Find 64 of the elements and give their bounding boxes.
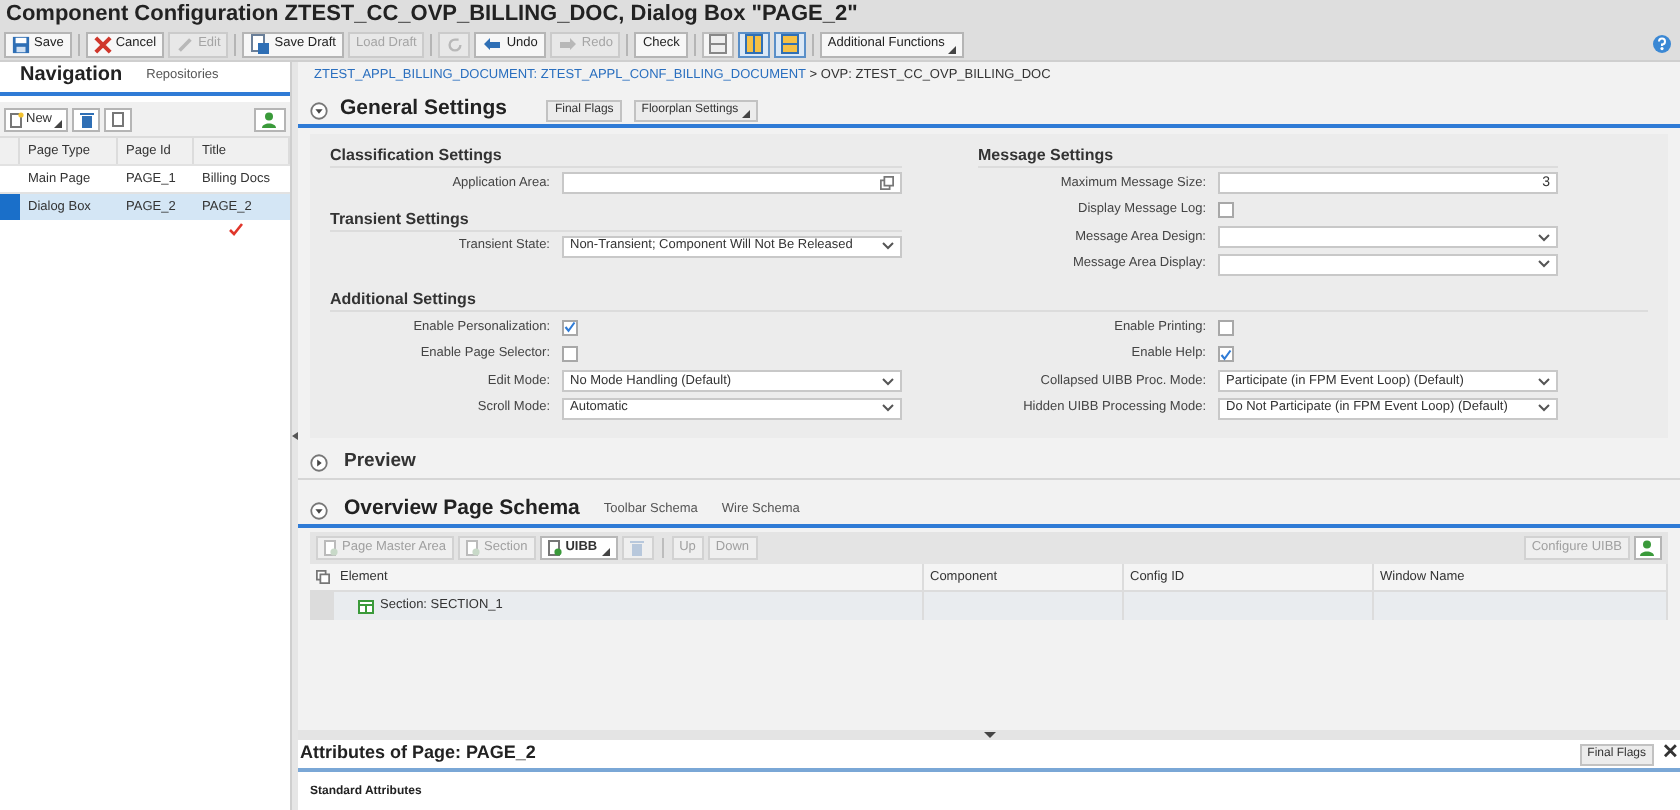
layout-button[interactable] bbox=[773, 31, 806, 57]
help-icon[interactable] bbox=[1652, 34, 1672, 54]
checkbox[interactable] bbox=[1218, 346, 1234, 363]
checkbox[interactable] bbox=[1218, 319, 1234, 336]
add-document-icon bbox=[547, 540, 562, 556]
chevron-down-icon bbox=[882, 242, 894, 251]
pencil-icon bbox=[176, 35, 195, 53]
dropdown-field[interactable] bbox=[1218, 253, 1558, 276]
chevron-down-icon bbox=[882, 377, 894, 386]
group-heading: Transient Settings bbox=[330, 197, 902, 231]
columns-layout-icon bbox=[743, 34, 764, 54]
collapse-toggle-icon[interactable] bbox=[310, 501, 328, 519]
copy-icon bbox=[111, 111, 126, 127]
menu-corner-icon bbox=[742, 109, 751, 117]
layout-button[interactable] bbox=[701, 31, 734, 57]
person-icon bbox=[262, 111, 278, 127]
redo-arrow-icon bbox=[557, 36, 578, 52]
add-document-icon bbox=[324, 540, 338, 556]
cross-icon bbox=[93, 35, 112, 53]
close-button[interactable]: ✕ bbox=[1662, 744, 1678, 764]
value-help-icon[interactable] bbox=[880, 176, 894, 191]
dropdown-field[interactable] bbox=[1218, 226, 1558, 249]
split-layout-icon bbox=[779, 34, 800, 54]
section-title: Overview Page Schema bbox=[344, 494, 580, 525]
refresh-icon bbox=[445, 35, 464, 53]
section-table-icon bbox=[358, 599, 374, 613]
collapse-toggle-icon[interactable] bbox=[310, 101, 328, 119]
select-all-icon[interactable] bbox=[315, 570, 329, 584]
undo-arrow-icon bbox=[482, 36, 503, 52]
checkbox[interactable] bbox=[562, 319, 578, 336]
menu-corner-icon bbox=[54, 119, 63, 127]
menu-corner-icon bbox=[601, 548, 610, 556]
checkbox[interactable] bbox=[1218, 202, 1234, 219]
check-mark-icon bbox=[228, 222, 244, 236]
person-icon bbox=[1640, 540, 1656, 556]
checkbox[interactable] bbox=[562, 346, 578, 363]
layout-button[interactable] bbox=[737, 31, 770, 57]
section-title: Preview bbox=[344, 447, 416, 476]
expand-toggle-icon[interactable] bbox=[310, 453, 328, 471]
document-save-icon bbox=[250, 34, 271, 54]
menu-corner-icon bbox=[948, 45, 957, 53]
floppy-icon bbox=[12, 35, 30, 53]
group-heading: Additional Settings bbox=[330, 278, 1648, 312]
new-document-icon bbox=[10, 111, 24, 127]
group-heading: Classification Settings bbox=[330, 134, 902, 168]
delete-button[interactable] bbox=[72, 107, 101, 131]
input-field[interactable] bbox=[562, 172, 902, 195]
add-document-icon bbox=[466, 540, 481, 556]
copy-button[interactable] bbox=[104, 107, 133, 131]
chevron-down-icon bbox=[1538, 233, 1550, 242]
group-heading: Message Settings bbox=[978, 134, 1558, 168]
window-title: Component Configuration ZTEST_CC_OVP_BILLING_DOC, Dialog Box "PAGE_2" bbox=[6, 3, 858, 25]
rows-layout-icon bbox=[707, 34, 728, 54]
navigation-tab[interactable]: Navigation bbox=[20, 60, 123, 92]
chevron-down-icon bbox=[1538, 404, 1550, 413]
section-title: General Settings bbox=[340, 94, 507, 125]
user-settings-button[interactable] bbox=[254, 107, 286, 131]
chevron-down-icon bbox=[1538, 377, 1550, 386]
panel-title: Attributes of Page: PAGE_2 bbox=[300, 740, 536, 767]
trash-icon bbox=[630, 540, 645, 556]
chevron-down-icon bbox=[882, 404, 894, 413]
trash-icon bbox=[79, 111, 94, 127]
chevron-down-icon bbox=[1538, 260, 1550, 269]
user-settings-button[interactable] bbox=[1634, 536, 1662, 560]
